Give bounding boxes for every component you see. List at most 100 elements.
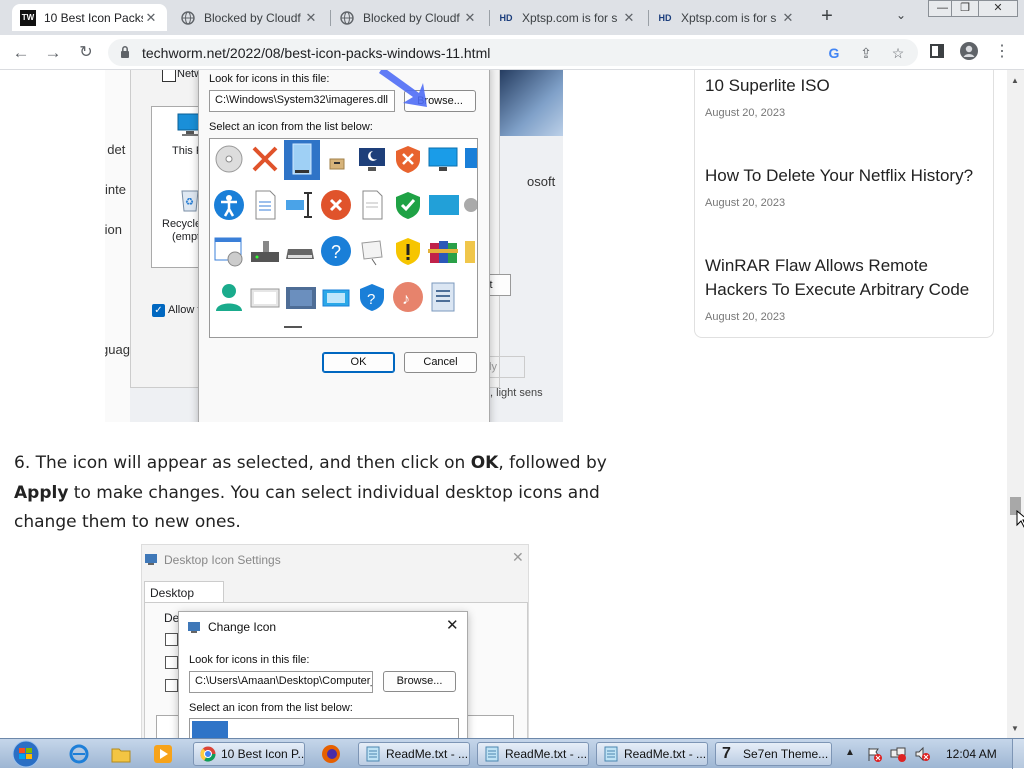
post-title[interactable]: WinRAR Flaw Allows Remote Hackers To Exe… — [705, 254, 985, 302]
taskbar-se7en-button[interactable]: 7 Se7en Theme... — [715, 742, 832, 766]
winrar-icon[interactable] — [427, 235, 459, 267]
selected-icon-highlight[interactable] — [284, 140, 320, 180]
close-tab-icon[interactable]: ✕ — [462, 10, 478, 26]
display-icon[interactable] — [427, 189, 459, 221]
explorer-pinned-icon[interactable] — [104, 742, 138, 766]
list-scrollbar[interactable] — [284, 326, 302, 328]
url-text[interactable]: techworm.net/2022/08/best-icon-packs-win… — [142, 45, 490, 61]
close-tab-icon[interactable]: ✕ — [621, 10, 637, 26]
taskbar-notepad-button[interactable]: ReadMe.txt - ... — [596, 742, 708, 766]
checkbox[interactable] — [165, 679, 178, 692]
selected-icon-highlight[interactable] — [192, 721, 228, 738]
reload-icon[interactable]: ↻ — [75, 42, 97, 64]
volume-muted-icon[interactable] — [914, 746, 930, 762]
bookmark-star-icon[interactable]: ☆ — [888, 43, 908, 63]
post-item[interactable]: 10 Superlite ISO August 20, 2023 — [705, 74, 985, 119]
taskbar-chrome-button[interactable]: 10 Best Icon P... — [193, 742, 305, 766]
window-disc-icon[interactable] — [213, 235, 245, 267]
error-icon[interactable] — [320, 189, 352, 221]
address-bar[interactable]: techworm.net/2022/08/best-icon-packs-win… — [108, 39, 918, 66]
shield-warning-icon[interactable] — [392, 235, 424, 267]
tab-search-chevron-icon[interactable]: ⌄ — [896, 8, 906, 22]
document-icon[interactable] — [249, 189, 281, 221]
lock-icon[interactable] — [120, 45, 130, 59]
close-icon[interactable]: ✕ — [512, 549, 524, 566]
forward-arrow-icon[interactable]: → — [42, 42, 64, 64]
tab-xptsp-1[interactable]: HD Xptsp.com is for s ✕ — [490, 4, 645, 31]
cd-drive-icon[interactable] — [213, 143, 245, 175]
new-tab-button[interactable]: + — [816, 6, 838, 28]
list-document-icon[interactable] — [427, 281, 459, 313]
checkbox[interactable] — [165, 656, 178, 669]
desktop-icons-tab[interactable]: Desktop Icons — [144, 581, 224, 614]
scanner-icon[interactable] — [284, 235, 316, 267]
google-lens-icon[interactable]: G — [824, 43, 844, 63]
action-center-flag-icon[interactable] — [866, 746, 882, 762]
icon-file-path-input[interactable]: C:\Users\Amaan\Desktop\Computer_ — [189, 671, 373, 693]
icon-list[interactable] — [189, 718, 459, 738]
screen-icon[interactable] — [320, 281, 352, 313]
menu-kebab-icon[interactable]: ⋮ — [992, 42, 1012, 62]
frame-icon[interactable] — [249, 281, 281, 313]
user-icon[interactable] — [213, 281, 245, 313]
package-icon[interactable] — [321, 143, 353, 175]
close-tab-icon[interactable]: ✕ — [303, 10, 319, 26]
close-tab-icon[interactable]: ✕ — [143, 10, 159, 26]
apply-button[interactable]: ly — [485, 356, 525, 378]
partial-icon[interactable] — [463, 143, 478, 175]
shield-x-icon[interactable] — [392, 143, 424, 175]
close-tab-icon[interactable]: ✕ — [780, 10, 796, 26]
tab-blocked-2[interactable]: Blocked by Cloudf ✕ — [331, 4, 486, 31]
allow-themes-checkbox[interactable]: ✓ — [152, 304, 165, 317]
red-x-icon[interactable] — [249, 143, 281, 175]
cancel-button[interactable]: Cancel — [404, 352, 477, 373]
media-player-pinned-icon[interactable] — [146, 742, 180, 766]
partial-icon[interactable] — [463, 189, 478, 221]
post-item[interactable]: WinRAR Flaw Allows Remote Hackers To Exe… — [705, 254, 985, 323]
icon-list[interactable]: ? ? ♪ — [209, 138, 478, 338]
firefox-pinned-icon[interactable] — [314, 742, 348, 766]
blank-document-icon[interactable] — [356, 189, 388, 221]
page-scrollbar[interactable]: ▲ ▼ — [1007, 70, 1024, 738]
checkbox[interactable] — [165, 633, 178, 646]
film-icon[interactable] — [284, 281, 316, 313]
shield-help-icon[interactable]: ? — [356, 281, 388, 313]
scroll-down-arrow-icon[interactable]: ▼ — [1011, 724, 1019, 733]
scroll-up-arrow-icon[interactable]: ▲ — [1011, 76, 1019, 85]
profile-avatar-icon[interactable] — [959, 42, 979, 62]
close-icon[interactable]: ✕ — [446, 616, 459, 634]
post-item[interactable]: How To Delete Your Netflix History? Augu… — [705, 164, 985, 209]
post-title[interactable]: How To Delete Your Netflix History? — [705, 164, 985, 188]
accessibility-icon[interactable] — [213, 189, 245, 221]
post-title[interactable]: 10 Superlite ISO — [705, 74, 985, 98]
text-cursor-icon[interactable] — [284, 189, 316, 221]
shield-check-icon[interactable] — [392, 189, 424, 221]
icon-file-path-input[interactable]: C:\Windows\System32\imageres.dll — [209, 90, 395, 112]
maximize-button[interactable]: ❐ — [951, 0, 979, 17]
ie-pinned-icon[interactable] — [62, 742, 96, 766]
presentation-icon[interactable] — [356, 235, 388, 267]
ok-button[interactable]: OK — [322, 352, 395, 373]
start-orb-icon[interactable] — [6, 740, 46, 768]
side-panel-icon[interactable] — [927, 43, 947, 63]
monitor-icon[interactable] — [427, 143, 459, 175]
partial-icon[interactable] — [463, 235, 478, 267]
browse-button[interactable]: Browse... — [383, 671, 456, 692]
network-checkbox[interactable] — [162, 70, 176, 82]
music-icon[interactable]: ♪ — [392, 281, 424, 313]
close-window-button[interactable]: ✕ — [978, 0, 1018, 17]
tab-blocked-1[interactable]: Blocked by Cloudf ✕ — [172, 4, 327, 31]
tab-xptsp-2[interactable]: HD Xptsp.com is for s ✕ — [649, 4, 804, 31]
server-drive-icon[interactable] — [249, 235, 281, 267]
tab-techworm[interactable]: TW 10 Best Icon Packs ✕ — [12, 4, 167, 31]
taskbar-notepad-button[interactable]: ReadMe.txt - ... — [358, 742, 470, 766]
taskbar-notepad-button[interactable]: ReadMe.txt - ... — [477, 742, 589, 766]
system-clock[interactable]: 12:04 AM — [946, 747, 997, 761]
share-icon[interactable]: ⇪ — [856, 43, 876, 63]
tray-expand-icon[interactable]: ▲ — [845, 747, 855, 758]
help-icon[interactable]: ? — [320, 235, 352, 267]
sleep-monitor-icon[interactable] — [356, 143, 388, 175]
network-icon[interactable] — [890, 746, 906, 762]
back-arrow-icon[interactable]: ← — [10, 42, 32, 64]
show-desktop-button[interactable] — [1012, 739, 1024, 769]
